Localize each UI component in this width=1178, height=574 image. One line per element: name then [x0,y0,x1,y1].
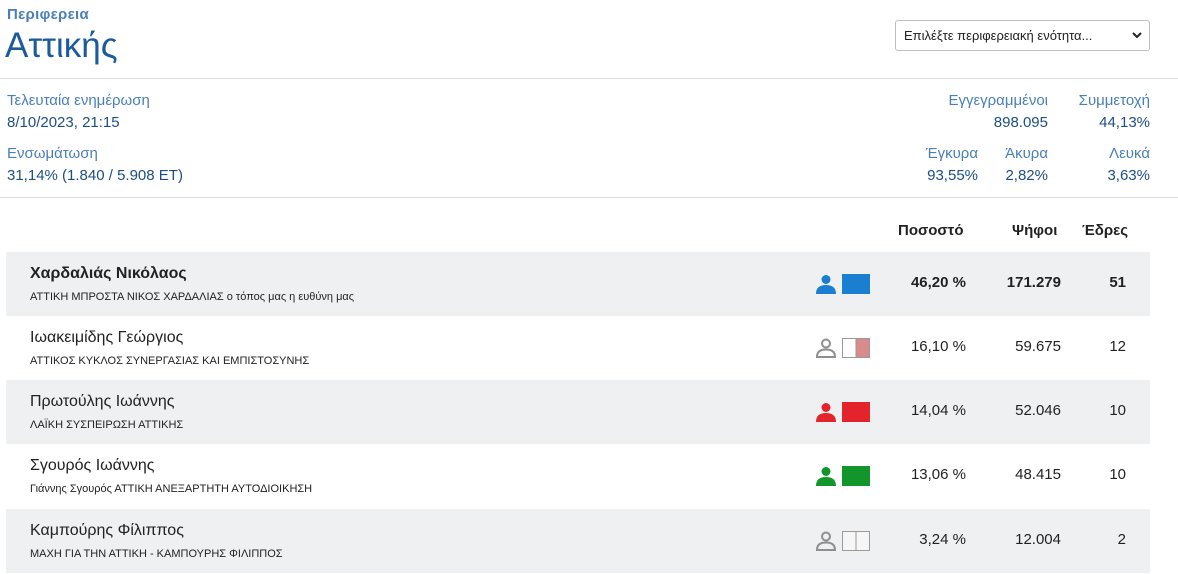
vote-count: 59.675 [1015,338,1061,355]
party-name: ΑΤΤΙΚΟΣ ΚΥΚΛΟΣ ΣΥΝΕΡΓΑΣΙΑΣ ΚΑΙ ΕΜΠΙΣΤΟΣΥ… [30,355,310,367]
party-color-swatch [842,531,870,551]
column-header-percent: Ποσοστό [898,222,964,239]
integration-value: 31,14% (1.840 / 5.908 ΕΤ) [7,167,183,184]
seat-count: 51 [1109,274,1126,291]
vote-percent: 16,10 % [910,338,966,355]
integration-label: Ενσωμάτωση [7,145,98,162]
vote-count: 12.004 [1015,531,1061,548]
candidate-name: Πρωτούλης Ιωάννης [30,393,175,410]
person-icon [815,531,837,551]
table-row[interactable]: Πρωτούλης Ιωάννης ΛΑΪΚΗ ΣΥΣΠΕΙΡΩΣΗ ΑΤΤΙΚ… [6,380,1150,444]
person-icon [815,338,837,358]
invalid-value: 2,82% [1005,167,1048,184]
turnout-value: 44,13% [1099,114,1150,131]
vote-percent: 13,06 % [910,466,966,483]
last-update-label: Τελευταία ενημέρωση [7,92,150,109]
vote-percent: 46,20 % [910,274,966,291]
valid-value: 93,55% [927,167,978,184]
party-color-swatch [842,274,870,294]
column-header-seats: Έδρες [1082,222,1129,239]
seat-count: 2 [1117,531,1126,548]
seat-count: 10 [1109,466,1126,483]
blank-label: Λευκά [1109,145,1150,162]
page-header: Περιφερεια Αττικής Επιλέξτε περιφερειακή… [0,0,1178,79]
regional-unit-select[interactable]: Επιλέξτε περιφερειακή ενότητα... [895,20,1150,51]
vote-count: 171.279 [1006,274,1061,291]
regional-unit-select-value: Επιλέξτε περιφερειακή ενότητα... [904,28,1093,43]
page-title: Αττικής [5,26,118,65]
registered-value: 898.095 [993,114,1048,131]
party-color-swatch [842,338,870,358]
party-name: ΜΑΧΗ ΓΙΑ ΤΗΝ ΑΤΤΙΚΗ - ΚΑΜΠΟΥΡΗΣ ΦΙΛΙΠΠΟΣ [30,548,283,560]
valid-label: Έγκυρα [925,145,978,162]
party-color-swatch [842,466,870,486]
seat-count: 12 [1109,338,1126,355]
party-color-swatch [842,402,870,422]
person-icon [816,275,836,294]
last-update-value: 8/10/2023, 21:15 [7,114,120,131]
blank-value: 3,63% [1107,167,1150,184]
chevron-down-icon [1132,32,1142,39]
table-row[interactable]: Ιωακειμίδης Γεώργιος ΑΤΤΙΚΟΣ ΚΥΚΛΟΣ ΣΥΝΕ… [6,316,1150,380]
person-icon [816,467,836,486]
candidate-name: Χαρδαλιάς Νικόλαος [30,265,187,282]
registered-label: Εγγεγραμμένοι [948,92,1048,109]
vote-count: 52.046 [1015,402,1061,419]
turnout-label: Συμμετοχή [1078,92,1150,109]
party-name: ΑΤΤΙΚΗ ΜΠΡΟΣΤΑ ΝΙΚΟΣ ΧΑΡΔΑΛΙΑΣ ο τόπος μ… [30,291,355,303]
person-icon [816,403,836,422]
seat-count: 10 [1109,402,1126,419]
vote-count: 48.415 [1015,466,1061,483]
candidate-name: Καμπούρης Φίλιππος [30,522,184,539]
table-row[interactable]: Χαρδαλιάς Νικόλαος ΑΤΤΙΚΗ ΜΠΡΟΣΤΑ ΝΙΚΟΣ … [6,252,1150,316]
party-name: Γιάννης Σγουρός ΑΤΤΙΚΗ ΑΝΕΞΑΡΤΗΤΗ ΑΥΤΟΔΙ… [30,483,313,495]
vote-percent: 14,04 % [910,402,966,419]
region-label: Περιφερεια [7,6,90,23]
table-row[interactable]: Σγουρός Ιωάννης Γιάννης Σγουρός ΑΤΤΙΚΗ Α… [6,444,1150,508]
party-name: ΛΑΪΚΗ ΣΥΣΠΕΙΡΩΣΗ ΑΤΤΙΚΗΣ [30,419,184,431]
vote-percent: 3,24 % [919,531,966,548]
table-row[interactable]: Καμπούρης Φίλιππος ΜΑΧΗ ΓΙΑ ΤΗΝ ΑΤΤΙΚΗ -… [6,509,1150,573]
candidate-name: Ιωακειμίδης Γεώργιος [30,329,184,346]
column-header-votes: Ψήφοι [1012,222,1058,239]
invalid-label: Άκυρα [1005,145,1048,162]
stats-panel: Τελευταία ενημέρωση 8/10/2023, 21:15 Ενσ… [0,80,1178,198]
candidate-name: Σγουρός Ιωάννης [30,457,155,474]
